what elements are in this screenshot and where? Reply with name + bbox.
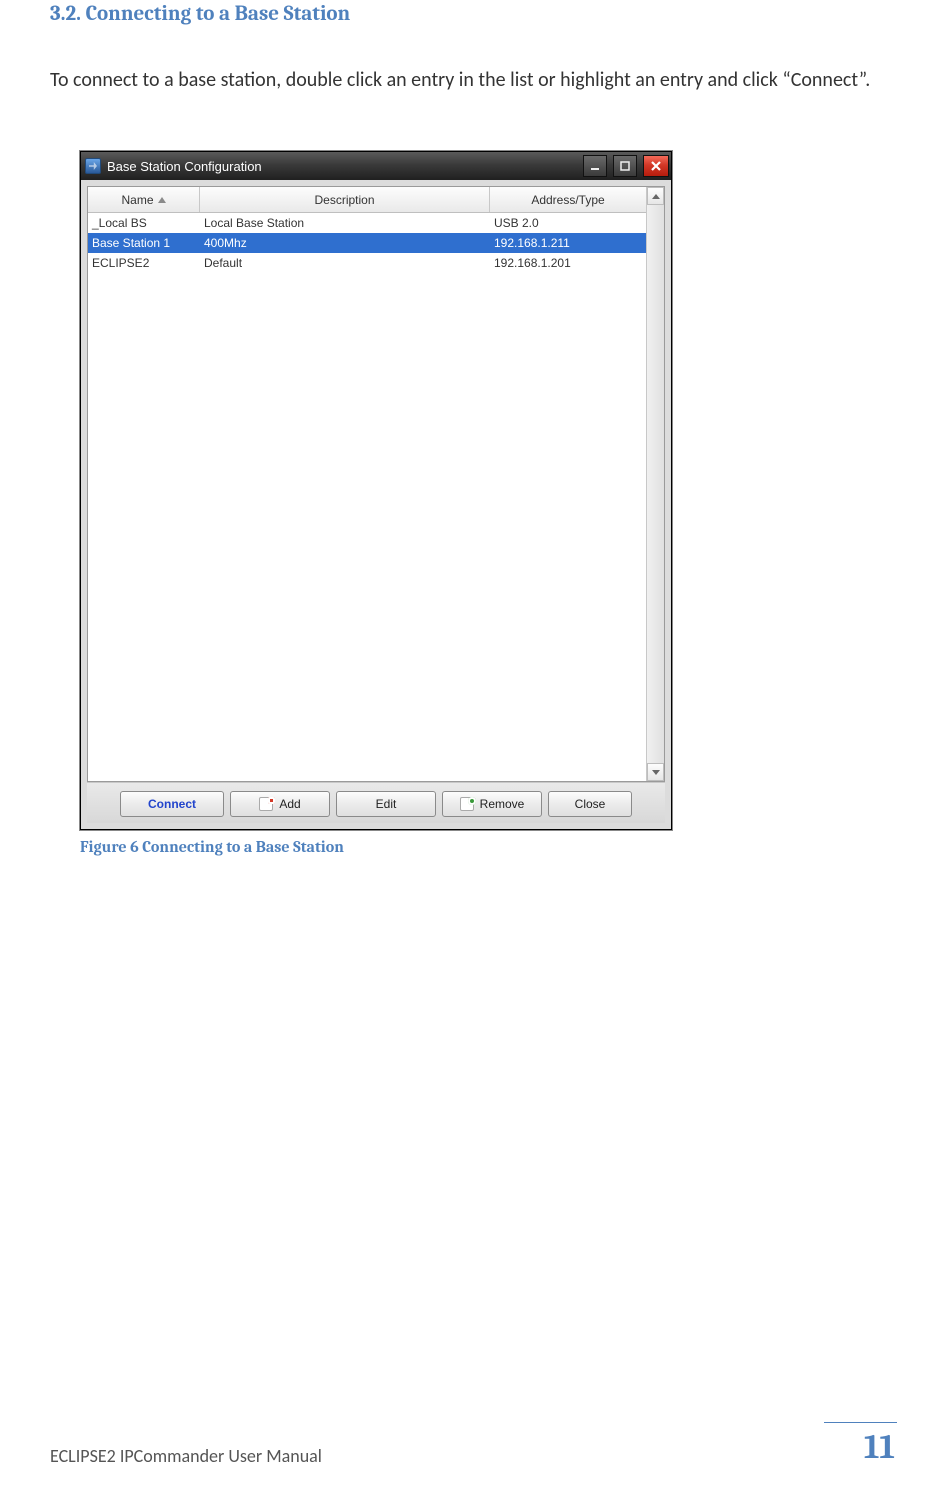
chevron-up-icon xyxy=(652,194,660,199)
close-button[interactable]: Close xyxy=(548,791,632,817)
add-label: Add xyxy=(279,797,300,811)
connect-button[interactable]: Connect xyxy=(120,791,224,817)
app-icon xyxy=(85,158,101,174)
cell-name: Base Station 1 xyxy=(88,236,200,250)
add-button[interactable]: Add xyxy=(230,791,330,817)
footer-doc-title: ECLIPSE2 IPCommander User Manual xyxy=(50,1445,322,1467)
minimize-button[interactable] xyxy=(583,155,607,177)
remove-label: Remove xyxy=(480,797,525,811)
edit-label: Edit xyxy=(376,797,397,811)
cell-name: _Local BS xyxy=(88,216,200,230)
col-name-header[interactable]: Name xyxy=(88,187,200,212)
scroll-down-button[interactable] xyxy=(647,763,664,781)
sort-asc-icon xyxy=(158,197,166,203)
station-table: Name Description Address/Type _Local BS xyxy=(87,186,665,782)
config-window: Base Station Configuration Name xyxy=(80,151,672,830)
table-header: Name Description Address/Type xyxy=(88,187,646,213)
page-footer: ECLIPSE2 IPCommander User Manual 11 xyxy=(50,1422,897,1467)
col-addr-label: Address/Type xyxy=(531,193,604,207)
col-addr-header[interactable]: Address/Type xyxy=(490,187,646,212)
scroll-up-button[interactable] xyxy=(647,187,664,205)
window-content: Name Description Address/Type _Local BS xyxy=(81,180,671,829)
figure-caption: Figure 6 Connecting to a Base Station xyxy=(80,838,897,856)
table-row[interactable]: ECLIPSE2 Default 192.168.1.201 xyxy=(88,253,646,273)
connect-label: Connect xyxy=(148,797,196,811)
cell-addr: USB 2.0 xyxy=(490,216,646,230)
table-row[interactable]: Base Station 1 400Mhz 192.168.1.211 xyxy=(88,233,646,253)
col-desc-label: Description xyxy=(314,193,374,207)
window-title: Base Station Configuration xyxy=(107,159,577,174)
table-row[interactable]: _Local BS Local Base Station USB 2.0 xyxy=(88,213,646,233)
window-titlebar[interactable]: Base Station Configuration xyxy=(81,152,671,180)
cell-name: ECLIPSE2 xyxy=(88,256,200,270)
edit-button[interactable]: Edit xyxy=(336,791,436,817)
close-window-button[interactable] xyxy=(643,155,669,177)
cell-desc: Local Base Station xyxy=(200,216,490,230)
remove-icon xyxy=(460,797,474,811)
vertical-scrollbar[interactable] xyxy=(646,187,664,781)
button-bar: Connect Add Edit Remove Close xyxy=(87,782,665,823)
figure: Base Station Configuration Name xyxy=(80,151,897,856)
table-body: _Local BS Local Base Station USB 2.0 Bas… xyxy=(88,213,646,781)
cell-desc: Default xyxy=(200,256,490,270)
section-heading: 3.2. Connecting to a Base Station xyxy=(50,0,897,26)
col-desc-header[interactable]: Description xyxy=(200,187,490,212)
cell-addr: 192.168.1.201 xyxy=(490,256,646,270)
close-label: Close xyxy=(575,797,606,811)
maximize-button[interactable] xyxy=(613,155,637,177)
scroll-track[interactable] xyxy=(647,205,664,763)
chevron-down-icon xyxy=(652,770,660,775)
col-name-label: Name xyxy=(121,193,153,207)
add-icon xyxy=(259,797,273,811)
remove-button[interactable]: Remove xyxy=(442,791,542,817)
body-paragraph: To connect to a base station, double cli… xyxy=(50,68,897,93)
cell-desc: 400Mhz xyxy=(200,236,490,250)
page-number: 11 xyxy=(824,1422,897,1467)
cell-addr: 192.168.1.211 xyxy=(490,236,646,250)
